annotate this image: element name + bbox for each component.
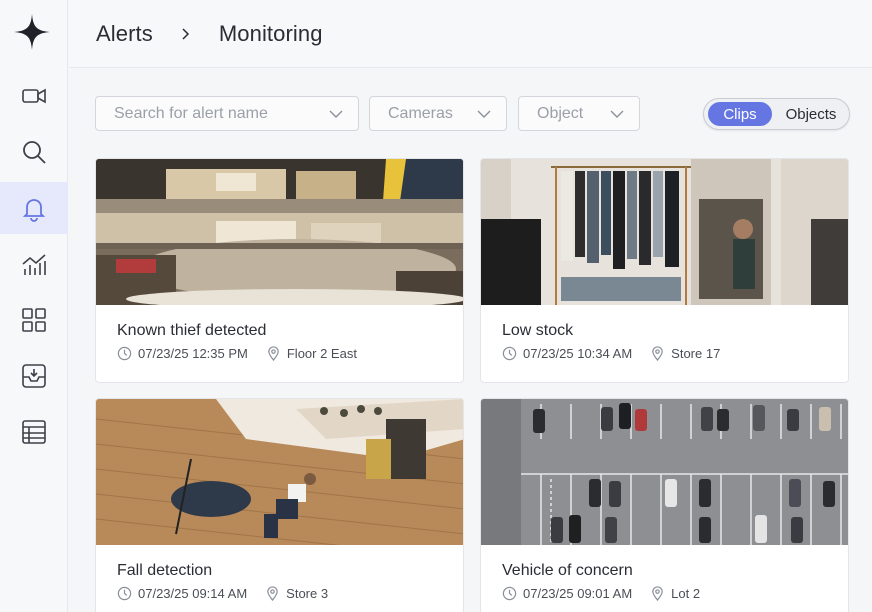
alert-card[interactable]: Known thief detected 07/23/25 12:35 PM F…: [95, 158, 464, 383]
alert-clip-thumbnail[interactable]: [481, 159, 848, 305]
view-toggle: Clips Objects: [703, 98, 850, 130]
parking-lot-image: [481, 399, 848, 545]
alert-time: 07/23/25 09:01 AM: [523, 586, 633, 601]
location-pin-icon: [268, 346, 279, 361]
bell-icon: [22, 199, 46, 222]
search-icon: [23, 141, 46, 164]
alert-clip-thumbnail[interactable]: [96, 399, 463, 545]
alert-time: 07/23/25 09:14 AM: [138, 586, 248, 601]
breadcrumb-alerts[interactable]: Alerts: [96, 21, 153, 47]
sidebar-item-analytics[interactable]: [0, 238, 68, 290]
breadcrumb-monitoring: Monitoring: [218, 20, 323, 46]
search-alert-select[interactable]: Search for alert name: [95, 96, 359, 131]
alert-card[interactable]: Low stock 07/23/25 10:34 AM Store 17: [480, 158, 849, 383]
clock-icon: [502, 586, 517, 601]
sidebar-item-dashboard[interactable]: [0, 294, 68, 346]
sidebar-item-archive[interactable]: [0, 350, 68, 402]
brand-logo-icon[interactable]: [12, 12, 52, 52]
cameras-select[interactable]: Cameras: [369, 96, 507, 131]
header: Alerts Monitoring: [69, 0, 872, 68]
toggle-clips[interactable]: Clips: [708, 102, 772, 126]
sidebar-item-reports[interactable]: [0, 406, 68, 458]
chevron-down-icon: [610, 110, 624, 118]
alert-title: Known thief detected: [117, 322, 267, 339]
grid-icon: [22, 308, 46, 332]
chevron-down-icon: [329, 110, 343, 118]
alert-location: Floor 2 East: [286, 346, 357, 361]
search-placeholder: Search for alert name: [114, 104, 268, 122]
clothing-rack-image: [481, 159, 848, 305]
clock-icon: [117, 586, 132, 601]
alert-card[interactable]: Vehicle of concern 07/23/25 09:01 AM Lot…: [480, 398, 849, 612]
alert-meta: 07/23/25 10:34 AM Store 17: [502, 346, 827, 361]
alert-location: Lot 2: [671, 586, 701, 601]
fallen-person-image: [96, 399, 463, 545]
sidebar-item-search[interactable]: [0, 126, 68, 178]
sidebar-item-alerts[interactable]: [0, 182, 68, 234]
app: Alerts Monitoring Search for alert name …: [0, 0, 872, 612]
archive-download-icon: [22, 364, 46, 388]
alert-location: Store 17: [671, 346, 721, 361]
table-icon: [22, 420, 46, 444]
alert-meta: 07/23/25 12:35 PM Floor 2 East: [117, 346, 442, 361]
object-label: Object: [537, 104, 584, 122]
location-pin-icon: [267, 586, 278, 601]
alert-time: 07/23/25 10:34 AM: [523, 346, 633, 361]
alert-title: Fall detection: [117, 562, 213, 579]
clock-icon: [502, 346, 517, 361]
clock-icon: [117, 346, 132, 361]
sidebar: [0, 0, 68, 612]
alert-title: Vehicle of concern: [502, 562, 633, 579]
alert-meta: 07/23/25 09:01 AM Lot 2: [502, 586, 827, 601]
alert-title: Low stock: [502, 322, 574, 339]
alert-time: 07/23/25 12:35 PM: [138, 346, 248, 361]
chevron-down-icon: [477, 110, 491, 118]
alert-location: Store 3: [286, 586, 329, 601]
mall-atrium-image: [96, 159, 463, 305]
chevron-right-icon: [182, 27, 189, 40]
alert-clip-thumbnail[interactable]: [96, 159, 463, 305]
toggle-objects[interactable]: Objects: [776, 102, 846, 126]
alert-card[interactable]: Fall detection 07/23/25 09:14 AM Store 3: [95, 398, 464, 612]
location-pin-icon: [652, 586, 663, 601]
alert-meta: 07/23/25 09:14 AM Store 3: [117, 586, 442, 601]
object-select[interactable]: Object: [518, 96, 640, 131]
video-camera-icon: [22, 88, 46, 104]
cameras-label: Cameras: [388, 104, 453, 122]
sidebar-item-cameras[interactable]: [0, 70, 68, 122]
analytics-chart-icon: [22, 254, 46, 275]
breadcrumb: Alerts Monitoring: [96, 21, 323, 47]
alert-clip-thumbnail[interactable]: [481, 399, 848, 545]
location-pin-icon: [652, 346, 663, 361]
